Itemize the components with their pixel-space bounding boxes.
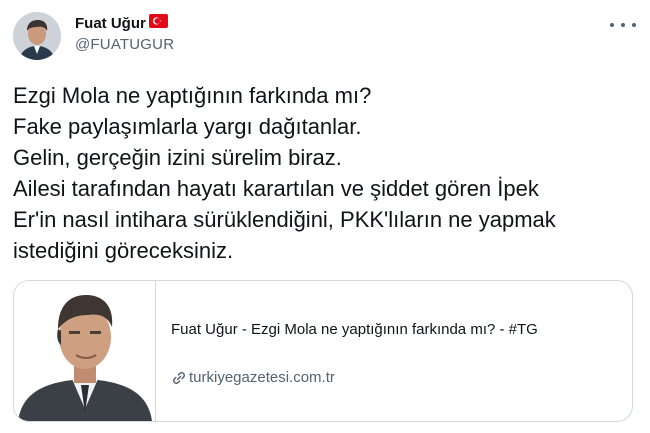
- tweet-text: Ezgi Mola ne yaptığının farkında mı? Fak…: [13, 80, 638, 266]
- author-portrait-image: [14, 281, 155, 421]
- tweet-line: Fake paylaşımlarla yargı dağıtanlar.: [13, 114, 362, 139]
- card-domain-text[interactable]: turkiyegazetesi.com.tr: [189, 369, 335, 386]
- link-icon: [171, 370, 187, 386]
- author-name[interactable]: Fuat Uğur: [75, 15, 146, 32]
- avatar[interactable]: [13, 12, 61, 60]
- turkey-flag-icon: [148, 14, 168, 32]
- card-thumbnail[interactable]: [14, 281, 156, 421]
- tweet-line: Ailesi tarafından hayatı karartılan ve ş…: [13, 176, 539, 201]
- card-domain[interactable]: turkiyegazetesi.com.tr: [171, 369, 335, 386]
- tweet-line: Gelin, gerçeğin izini sürelim biraz.: [13, 145, 342, 170]
- more-options-icon[interactable]: [610, 18, 636, 32]
- tweet-line: istediğini göreceksiniz.: [13, 238, 234, 263]
- tweet-line: Ezgi Mola ne yaptığının farkında mı?: [13, 83, 372, 108]
- author-name-row[interactable]: Fuat Uğur: [75, 14, 168, 32]
- tweet-line: Er'in nasıl intihara sürüklendiğini, PKK…: [13, 207, 556, 232]
- link-preview-card[interactable]: Fuat Uğur - Ezgi Mola ne yaptığının fark…: [13, 280, 633, 422]
- profile-photo-icon: [13, 12, 61, 60]
- author-handle[interactable]: @FUATUGUR: [75, 36, 174, 53]
- card-title[interactable]: Fuat Uğur - Ezgi Mola ne yaptığının fark…: [171, 321, 538, 338]
